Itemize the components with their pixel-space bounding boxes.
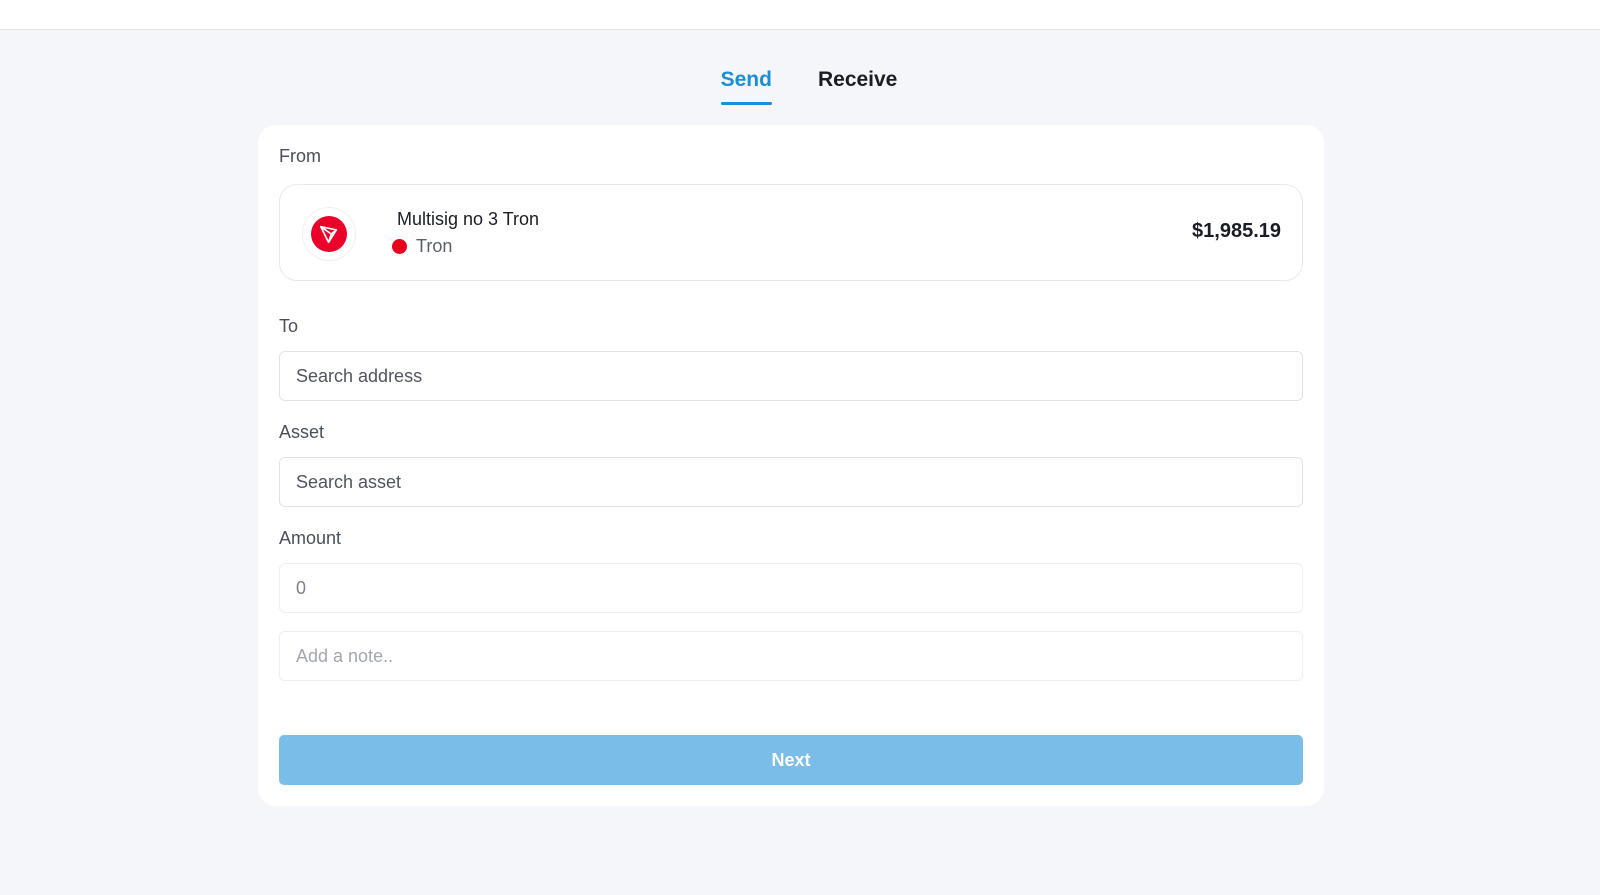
from-label: From — [279, 146, 321, 166]
note-input[interactable]: Add a note.. — [279, 631, 1303, 681]
send-receive-tabs: Send Receive — [0, 66, 1600, 108]
network-dot-icon — [392, 239, 407, 254]
from-wallet-selector[interactable]: Multisig no 3 Tron Tron $1,985.19 — [279, 184, 1303, 281]
tab-send[interactable]: Send — [720, 66, 773, 106]
tron-logo-icon — [311, 216, 347, 252]
asset-search-input[interactable]: Search asset — [279, 457, 1303, 507]
top-bar — [0, 0, 1600, 30]
to-address-input[interactable]: Search address — [279, 351, 1303, 401]
send-form-card: From Multisig no 3 Tron Tron $1,985.19 T… — [258, 125, 1324, 806]
wallet-avatar — [302, 207, 356, 261]
asset-label: Asset — [279, 422, 325, 442]
wallet-balance: $1,985.19 — [1192, 220, 1281, 242]
network-name: Tron — [416, 236, 453, 256]
wallet-name: Multisig no 3 Tron — [397, 209, 540, 229]
to-label: To — [279, 316, 299, 336]
tab-receive[interactable]: Receive — [818, 66, 897, 106]
amount-input[interactable]: 0 — [279, 563, 1303, 613]
amount-label: Amount — [279, 528, 342, 548]
wallet-network: Tron — [392, 236, 452, 257]
next-button[interactable]: Next — [279, 735, 1303, 785]
